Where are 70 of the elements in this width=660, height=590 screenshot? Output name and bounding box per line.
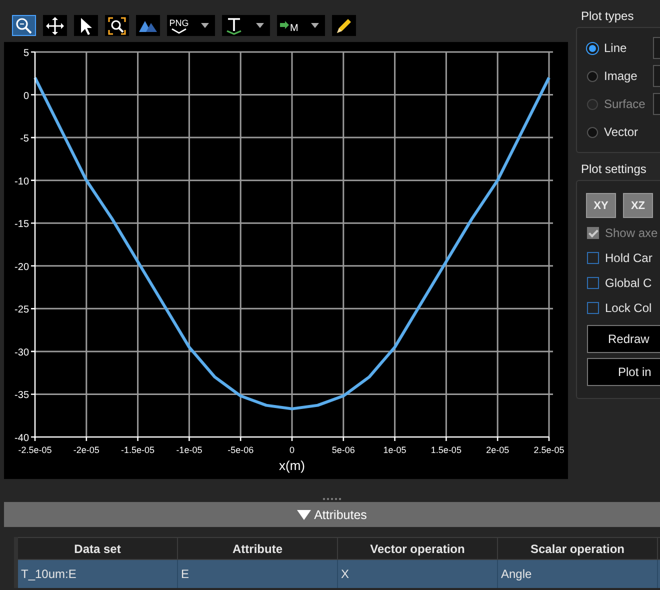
action-button[interactable]: Plot in [587, 358, 660, 386]
caret-icon [311, 23, 319, 28]
table-cell: T_10um:E [18, 560, 178, 588]
x-tick-label: -1.5e-05 [121, 445, 155, 455]
view-button[interactable]: XY [586, 193, 616, 218]
checkbox[interactable] [587, 276, 599, 288]
y-tick-label: -25 [14, 304, 29, 316]
radio-label[interactable]: Line [604, 41, 653, 55]
pan-icon [45, 16, 65, 36]
x-tick-label: 0 [290, 445, 294, 455]
x-axis-title: x(m) [279, 458, 305, 473]
section-title: Plot settings [581, 162, 648, 176]
radio-button[interactable] [587, 70, 598, 82]
arrow-icon [279, 20, 290, 30]
column-header[interactable]: Scalar operation [498, 537, 658, 560]
tool-label: PNG [169, 18, 189, 28]
section-title: Plot types [581, 9, 635, 23]
caret-icon [201, 23, 209, 28]
x-tick-label: -2e-05 [73, 445, 100, 455]
y-tick-label: -10 [14, 176, 29, 188]
y-tick-label: -35 [14, 390, 29, 402]
header-label: Attributes [314, 508, 367, 522]
checkbox-label[interactable]: Hold Car [605, 250, 652, 264]
y-tick-label: -15 [14, 219, 29, 230]
checkbox[interactable] [587, 302, 599, 314]
y-tick-label: 5 [23, 48, 29, 59]
y-tick-label: -40 [14, 433, 29, 444]
collapsible-header[interactable]: Attributes [4, 502, 660, 527]
toolbar-button[interactable]: M [277, 15, 325, 36]
checkbox-label[interactable]: Global C [605, 276, 652, 290]
toolbar-button[interactable] [105, 15, 129, 36]
tool-label: M [290, 24, 298, 34]
zoom-fit-icon [107, 16, 127, 36]
y-tick-label: 0 [23, 90, 29, 102]
toolbar-button[interactable] [332, 15, 356, 36]
x-tick-label: 1.5e-05 [430, 445, 462, 455]
toolbar-button[interactable] [222, 15, 270, 36]
toolbar-button[interactable]: PNG [167, 15, 215, 36]
y-tick-label: -5 [20, 134, 29, 145]
toolbar-button[interactable] [12, 15, 36, 36]
zoom-icon [14, 16, 34, 36]
column-header[interactable]: Attribute [178, 537, 338, 560]
action-button[interactable]: Redraw [587, 325, 660, 353]
x-tick-label: 2.5e-05 [534, 445, 564, 455]
checkbox-label[interactable]: Lock Col [605, 300, 652, 314]
radio-label[interactable]: Vector [604, 125, 653, 139]
chevron-icon [171, 28, 187, 34]
view-button[interactable]: XZ [623, 193, 653, 218]
x-tick-label: -1e-05 [176, 445, 202, 455]
column-header[interactable]: Vector operation [338, 537, 498, 560]
x-tick-label: 5e-06 [332, 445, 355, 455]
radio-label[interactable]: Image [604, 69, 653, 83]
radio-button[interactable] [587, 126, 598, 138]
x-tick-label: -2.5e-05 [18, 445, 52, 455]
caret-icon [256, 23, 264, 28]
x-tick-label: 1e-05 [383, 445, 406, 455]
toolbar-button[interactable] [43, 15, 67, 36]
column-header[interactable]: Data set [18, 537, 178, 560]
toolbar-button[interactable] [74, 15, 98, 36]
table-cell: E [178, 560, 338, 588]
table-cell: Angle [498, 560, 658, 588]
checkbox[interactable] [587, 252, 599, 264]
y-tick-label: -30 [14, 347, 29, 358]
text-icon [224, 16, 244, 36]
radio-button[interactable] [587, 42, 598, 54]
table-cell: X [338, 560, 498, 588]
x-tick-label: 2e-05 [486, 445, 510, 455]
x-tick-label: -5e-06 [228, 445, 254, 455]
y-tick-label: -20 [14, 262, 29, 273]
toolbar-button[interactable] [136, 15, 160, 36]
